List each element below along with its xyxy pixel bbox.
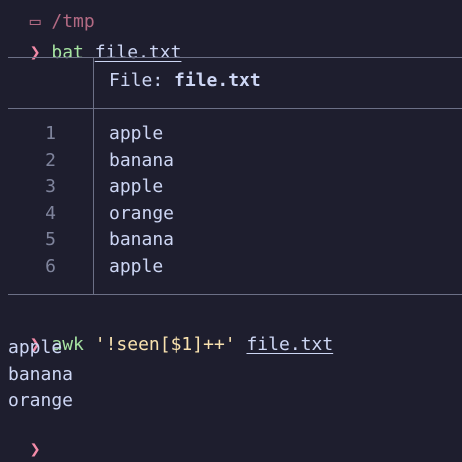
command-file-arg[interactable]: file.txt — [95, 42, 182, 63]
file-line: banana — [109, 149, 175, 171]
command-file-arg[interactable]: file.txt — [246, 334, 333, 355]
bat-header-rule — [8, 108, 462, 109]
file-line: apple — [109, 256, 164, 277]
line-number: 4 — [45, 202, 56, 224]
command-line-awk: ❯ awk '!seen[$1]++' file.txt — [8, 309, 333, 355]
line-number: 1 — [45, 123, 56, 144]
line-number: 6 — [45, 256, 56, 277]
bat-header-prefix: File: — [109, 70, 175, 91]
bat-gutter-divider — [93, 108, 94, 294]
bat-top-rule — [8, 57, 462, 58]
output-line: orange — [8, 390, 74, 412]
active-prompt-line[interactable]: ❯ — [8, 414, 41, 460]
line-number: 2 — [45, 149, 56, 171]
line-number: 5 — [45, 229, 56, 251]
awk-script-string: '!seen[$1]++' — [94, 334, 236, 355]
output-line: apple — [8, 337, 63, 358]
line-number: 3 — [45, 176, 56, 198]
output-line: banana — [8, 363, 74, 385]
prompt-symbol: ❯ — [29, 42, 41, 63]
command-name: bat — [51, 42, 84, 63]
bat-file-header: File: file.txt — [109, 69, 261, 93]
prompt-symbol: ❯ — [29, 439, 41, 460]
file-line: apple — [109, 176, 164, 198]
bat-bottom-rule — [8, 294, 462, 295]
file-line: banana — [109, 229, 175, 251]
previous-prompt-line: ▭ /tmp — [8, 0, 95, 32]
bat-header-filename: file.txt — [174, 70, 261, 91]
bat-header-divider — [93, 57, 94, 108]
file-line: orange — [109, 202, 175, 224]
command-line-bat: ❯ bat file.txt — [8, 17, 182, 63]
file-line: apple — [109, 123, 164, 144]
